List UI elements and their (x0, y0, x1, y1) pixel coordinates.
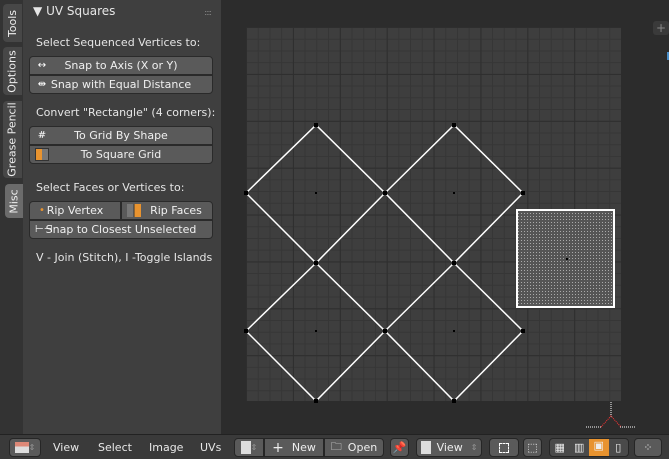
rip-vertex-button[interactable]: • Rip Vertex (29, 201, 121, 220)
sync-selection-button[interactable]: ⬚ (523, 438, 542, 457)
pivot-icon (499, 442, 509, 453)
tab-grease-pencil[interactable]: Grease Pencil (3, 101, 22, 178)
horizontal-arrows-icon: ↔ (37, 60, 47, 71)
grid-icon: # (37, 130, 47, 141)
2d-cursor-icon (586, 402, 636, 428)
equal-distance-icon: ⇹ (37, 79, 47, 90)
image-icon (240, 441, 251, 454)
snap-closest-icon: ⊢⊣ (35, 224, 53, 235)
vertex-select-icon[interactable]: ▦ (550, 441, 570, 454)
uv-editor-viewport[interactable]: + (221, 0, 669, 434)
pivot-select[interactable] (489, 438, 519, 457)
panel-header[interactable]: ▼ UV Squares (33, 4, 115, 18)
pin-icon: 📌 (392, 441, 407, 454)
island-select-icon[interactable]: ▯ (609, 441, 629, 454)
tab-misc[interactable]: Misc (5, 184, 24, 218)
add-region-plus-icon[interactable]: + (653, 21, 669, 35)
sync-selection-icon: ⬚ (527, 441, 538, 454)
snap-closest-button[interactable]: ⊢⊣ Snap to Closest Unselected (29, 220, 213, 239)
uv-diamonds (244, 123, 525, 403)
tab-tools[interactable]: Tools (3, 4, 22, 42)
plus-icon: + (272, 439, 284, 456)
snap-axis-button[interactable]: ↔ Snap to Axis (X or Y) (29, 56, 213, 75)
folder-icon: 🗀 (330, 440, 342, 453)
uv-editor-header: ⇕ View Select Image UVs ⇕ + New 🗀 Open 📌 V… (0, 434, 669, 459)
image-editor-icon (14, 442, 29, 453)
editor-type-button[interactable]: ⇕ (9, 438, 41, 457)
tool-shelf-tabs: Tools Options Grease Pencil Misc (0, 0, 24, 434)
hint-text: V - Join (Stitch), I -Toggle Islands (36, 251, 213, 264)
tab-options[interactable]: Options (3, 47, 22, 95)
label-sequenced: Select Sequenced Vertices to: (36, 36, 201, 49)
label-rectangle: Convert "Rectangle" (4 corners): (36, 106, 216, 119)
snap-equal-button[interactable]: ⇹ Snap with Equal Distance (29, 75, 213, 94)
sticky-select-mode[interactable]: ⁘ (634, 438, 662, 457)
new-image-button[interactable]: + New (264, 438, 324, 457)
sticky-vertices-icon: ⁘ (643, 441, 653, 454)
image-icon (420, 441, 431, 454)
collapse-triangle-icon: ▼ (33, 4, 43, 18)
uv-mesh (244, 52, 669, 428)
image-browse-button[interactable]: ⇕ (234, 438, 264, 457)
square-grid-button[interactable]: To Square Grid (29, 145, 213, 164)
faces-icon (127, 204, 141, 217)
face-select-icon[interactable]: ▣ (589, 439, 609, 456)
menu-view[interactable]: View (53, 441, 79, 454)
drag-grip-icon[interactable]: :::: (204, 8, 212, 17)
label-faces: Select Faces or Vertices to: (36, 181, 185, 194)
rip-faces-button[interactable]: Rip Faces (121, 201, 213, 220)
vertex-dot-icon: • (39, 205, 45, 216)
uv-vertices (244, 123, 525, 403)
menu-image[interactable]: Image (149, 441, 183, 454)
edge-select-icon[interactable]: ▥ (570, 441, 590, 454)
panel-title: UV Squares (46, 4, 116, 18)
uv-squares-panel: ▼ UV Squares :::: Select Sequenced Verti… (23, 0, 221, 434)
square-grid-icon (35, 148, 49, 161)
grid-by-shape-button[interactable]: # To Grid By Shape (29, 126, 213, 145)
selection-mode-group: ▦ ▥ ▣ ▯ (549, 438, 629, 457)
selected-uv-face[interactable] (516, 209, 615, 308)
open-image-button[interactable]: 🗀 Open (324, 438, 384, 457)
pin-button[interactable]: 📌 (390, 438, 409, 457)
view-mode-select[interactable]: View ⇕ (416, 438, 482, 457)
menu-uvs[interactable]: UVs (200, 441, 221, 454)
menu-select[interactable]: Select (98, 441, 132, 454)
